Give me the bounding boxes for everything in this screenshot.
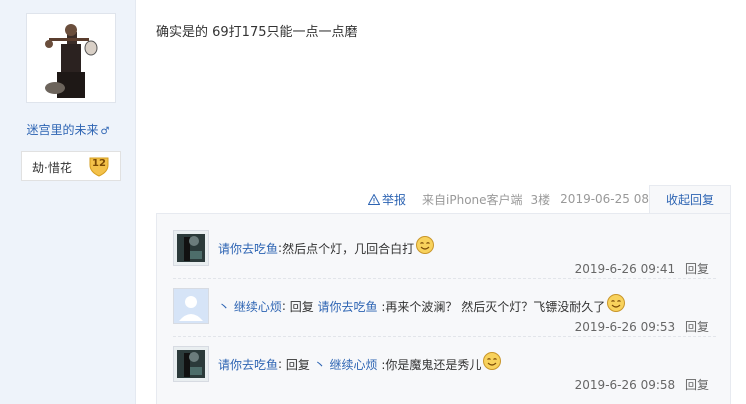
reply-time: 2019-6-26 09:58 [574,378,676,392]
post-source: 来自iPhone客户端 [422,192,523,207]
report-label: 举报 [382,192,407,207]
reply-meta: 2019-6-26 09:41 回复 [575,260,709,277]
reply-to-user-link[interactable]: 请你去吃鱼 [318,298,378,315]
badge-title: 劫·惜花 [32,161,72,175]
reply-button[interactable]: 回复 [685,262,709,276]
author-avatar[interactable] [26,13,116,103]
reply-content: :再来个波澜？ 然后灭个灯？飞镖没耐久了 [377,299,606,314]
reply-avatar-image [174,231,208,265]
reply-list: 请你去吃鱼 : 然后点个灯，几回合白打 2019-6-26 09:41 回复 丶… [156,213,731,404]
author-name-row: 迷宫里的未来 ♂ [0,121,136,138]
reply-avatar[interactable] [173,288,209,324]
report-link[interactable]: 举报 [368,191,406,208]
reply-text: 请你去吃鱼 : 然后点个灯，几回合白打 [218,236,435,258]
author-avatar-image [27,14,115,102]
reply-content: 然后点个灯，几回合白打 [282,241,415,256]
reply-meta: 2019-6-26 09:53 回复 [575,318,709,335]
reply-user-link[interactable]: 请你去吃鱼 [218,240,278,257]
post-floor: 3楼 [530,192,551,207]
smile-emoji-icon [416,236,435,254]
reply-to-user-link[interactable]: 丶 继续心烦 [314,356,378,373]
post-content: 确实是的 69打175只能一点一点磨 [156,25,358,40]
smile-emoji-icon [607,294,626,312]
post-meta: 举报 来自iPhone客户端 3楼 2019-06-25 08:37 [368,191,676,207]
reply-avatar[interactable] [173,230,209,266]
default-avatar-icon [174,289,208,323]
reply-prefix: 回复 [285,299,318,314]
author-name-link[interactable]: 迷宫里的未来 [27,123,99,137]
reply-divider [173,336,716,337]
reply-time: 2019-6-26 09:53 [574,320,676,334]
reply-user-link[interactable]: 请你去吃鱼 [218,356,278,373]
reply-text: 丶 继续心烦 : 回复 请你去吃鱼 :再来个波澜？ 然后灭个灯？飞镖没耐久了 [218,294,626,316]
reply-avatar-image [174,347,208,381]
level-number: 12 [92,158,106,169]
reply-avatar[interactable] [173,346,209,382]
reply-button[interactable]: 回复 [685,378,709,392]
collapse-replies-button[interactable]: 收起回复 [649,185,731,214]
author-sidebar: 迷宫里的未来 ♂ 劫·惜花 12 [0,0,136,404]
reply-divider [173,278,716,279]
reply-time: 2019-6-26 09:41 [574,262,676,276]
reply-button[interactable]: 回复 [685,320,709,334]
smile-emoji-icon [483,352,502,370]
reply-content: :你是魔鬼还是秀儿 [377,357,482,372]
reply-prefix: 回复 [282,357,314,372]
reply-text: 请你去吃鱼 : 回复 丶 继续心烦 :你是魔鬼还是秀儿 [218,352,502,374]
reply-meta: 2019-6-26 09:58 回复 [575,376,709,393]
warning-icon [368,193,380,205]
member-badge[interactable]: 劫·惜花 12 [21,151,121,181]
male-icon: ♂ [100,126,110,137]
reply-user-link[interactable]: 丶 继续心烦 [218,298,282,315]
